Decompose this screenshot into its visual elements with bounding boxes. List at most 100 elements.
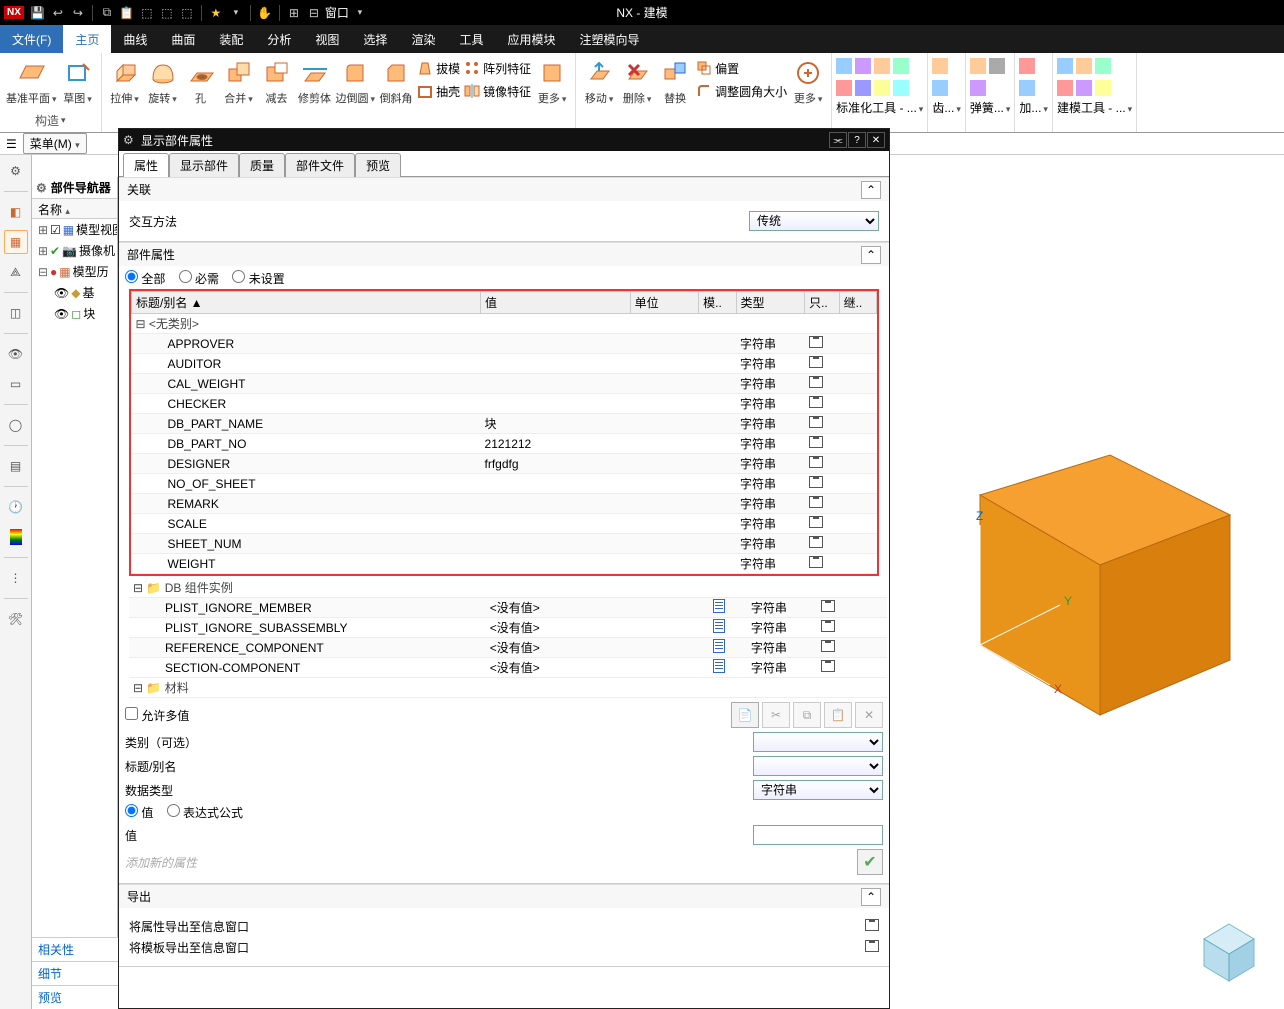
std-icon-2[interactable] <box>855 58 871 74</box>
subtract-button[interactable]: 减去 <box>260 57 294 106</box>
gear-icon-1[interactable] <box>932 58 948 74</box>
save-icon[interactable] <box>809 356 823 368</box>
std-icon-6[interactable] <box>855 80 871 96</box>
gear-icon-2[interactable] <box>932 80 948 96</box>
unite-button[interactable]: 合并 <box>222 57 256 106</box>
menu-assembly[interactable]: 装配 <box>207 25 255 53</box>
export-info-icon[interactable] <box>865 919 879 934</box>
collapse-icon[interactable]: ⌃ <box>861 246 881 264</box>
add-icon-1[interactable] <box>1019 58 1035 74</box>
clock-icon[interactable]: 🕐 <box>4 495 28 519</box>
save-icon[interactable] <box>821 600 835 612</box>
table-row[interactable]: DESIGNERfrfgdfg字符串 <box>132 454 877 474</box>
nav-node-history[interactable]: ⊟●▦模型历 <box>32 261 117 282</box>
delete-button[interactable]: 删除 <box>620 57 654 106</box>
window-menu-drop[interactable]: ▾ <box>351 4 369 22</box>
window-icon-1[interactable]: ⊞ <box>285 4 303 22</box>
table-row[interactable]: DB_PART_NO2121212字符串 <box>132 434 877 454</box>
replace-button[interactable]: 替换 <box>658 57 692 106</box>
table-row[interactable]: PLIST_IGNORE_MEMBER<没有值>字符串 <box>129 598 887 618</box>
dropdown-icon[interactable]: ▾ <box>227 4 245 22</box>
allow-multi-check[interactable]: 允许多值 <box>125 707 189 724</box>
mod-icon-1[interactable] <box>1057 58 1073 74</box>
shell-button[interactable]: 抽壳 <box>417 80 460 102</box>
category-db[interactable]: ⊟ 📁 DB 组件实例 <box>129 578 887 598</box>
chamfer-button[interactable]: 倒斜角 <box>379 57 413 106</box>
gear-icon[interactable]: ⚙ <box>36 181 47 195</box>
save-icon[interactable] <box>809 396 823 408</box>
footer-related[interactable]: 相关性 <box>32 937 118 961</box>
window-icon-2[interactable]: ⊟ <box>305 4 323 22</box>
eye-icon[interactable]: 👁 <box>4 342 28 366</box>
col-ro[interactable]: 只.. <box>805 292 839 314</box>
reuse-icon[interactable]: ◫ <box>4 301 28 325</box>
mirror-button[interactable]: 镜像特征 <box>464 80 531 102</box>
paste-icon[interactable]: 📋 <box>824 702 852 728</box>
table-row[interactable]: SHEET_NUM字符串 <box>132 534 877 554</box>
save-icon[interactable] <box>809 416 823 428</box>
menu-analysis[interactable]: 分析 <box>255 25 303 53</box>
window-menu[interactable]: 窗口 <box>325 4 349 22</box>
table-row[interactable]: AUDITOR字符串 <box>132 354 877 374</box>
menu-tools[interactable]: 工具 <box>447 25 495 53</box>
save-icon[interactable] <box>809 376 823 388</box>
camera-icon[interactable]: ▭ <box>4 372 28 396</box>
footer-detail[interactable]: 细节 <box>32 961 118 985</box>
table-row[interactable]: APPROVER字符串 <box>132 334 877 354</box>
menu-view[interactable]: 视图 <box>303 25 351 53</box>
tab-mass[interactable]: 质量 <box>239 153 285 177</box>
edge-fillet-button[interactable]: 调整圆角大小 <box>696 80 787 102</box>
copy-icon[interactable]: ⧉ <box>793 702 821 728</box>
collapse-icon[interactable]: ⌃ <box>861 888 881 906</box>
tb-icon-3[interactable]: ⬚ <box>178 4 196 22</box>
draft-button[interactable]: 拔模 <box>417 57 460 79</box>
copy-icon[interactable]: ⧉ <box>98 4 116 22</box>
save-icon[interactable] <box>809 436 823 448</box>
std-icon-1[interactable] <box>836 58 852 74</box>
save-icon[interactable] <box>809 336 823 348</box>
render-icon[interactable]: ▤ <box>4 454 28 478</box>
std-icon-8[interactable] <box>893 80 909 96</box>
tb-icon-2[interactable]: ⬚ <box>158 4 176 22</box>
tab-attributes[interactable]: 属性 <box>123 153 169 177</box>
datatype-select[interactable]: 字符串 <box>753 780 883 800</box>
menu-surface[interactable]: 曲面 <box>159 25 207 53</box>
spring-icon-1[interactable] <box>970 58 986 74</box>
std-icon-4[interactable] <box>893 58 909 74</box>
model-cube[interactable]: Z Y X <box>950 405 1250 725</box>
sketch-button[interactable]: 草图 <box>61 57 95 106</box>
close-icon[interactable]: ✕ <box>867 132 885 148</box>
gear-icon[interactable]: ⚙ <box>123 133 141 147</box>
apply-icon[interactable]: ✔ <box>857 849 883 875</box>
mod-icon-5[interactable] <box>1076 80 1092 96</box>
add-icon-2[interactable] <box>1019 80 1035 96</box>
save-icon[interactable] <box>821 620 835 632</box>
menu-render[interactable]: 渲染 <box>399 25 447 53</box>
table-row[interactable]: NO_OF_SHEET字符串 <box>132 474 877 494</box>
nav-node-camera[interactable]: ⊞✔📷摄像机 <box>32 240 117 261</box>
datum-plane-button[interactable]: 基准平面 <box>6 57 57 106</box>
save-icon[interactable] <box>809 476 823 488</box>
table-row[interactable]: REFERENCE_COMPONENT<没有值>字符串 <box>129 638 887 658</box>
revolve-button[interactable]: 旋转 <box>146 57 180 106</box>
menu-button[interactable]: 菜单(M) ▾ <box>23 133 87 154</box>
col-value[interactable]: 值 <box>481 292 631 314</box>
touch-icon[interactable]: ✋ <box>256 4 274 22</box>
table-row[interactable]: CHECKER字符串 <box>132 394 877 414</box>
category-material[interactable]: ⊟ 📁 材料 <box>129 678 887 698</box>
graphics-viewport[interactable]: Z Y X <box>890 155 1284 1009</box>
save-icon[interactable] <box>809 516 823 528</box>
tb-icon-1[interactable]: ⬚ <box>138 4 156 22</box>
footer-preview[interactable]: 预览 <box>32 985 118 1009</box>
settings-icon[interactable]: ⚙ <box>4 159 28 183</box>
menu-home[interactable]: 主页 <box>63 25 111 53</box>
category-none[interactable]: ⊟ <无类别> <box>132 314 877 334</box>
mod-icon-4[interactable] <box>1057 80 1073 96</box>
table-row[interactable]: SECTION-COMPONENT<没有值>字符串 <box>129 658 887 678</box>
attributes-table-db[interactable]: ⊟ 📁 DB 组件实例 PLIST_IGNORE_MEMBER<没有值>字符串P… <box>129 578 887 698</box>
save-icon[interactable]: 💾 <box>29 4 47 22</box>
tab-display[interactable]: 显示部件 <box>169 153 239 177</box>
nav-node-block[interactable]: 👁◻块 <box>32 303 117 324</box>
col-title[interactable]: 标题/别名 ▲ <box>132 292 481 314</box>
tab-partfile[interactable]: 部件文件 <box>285 153 355 177</box>
